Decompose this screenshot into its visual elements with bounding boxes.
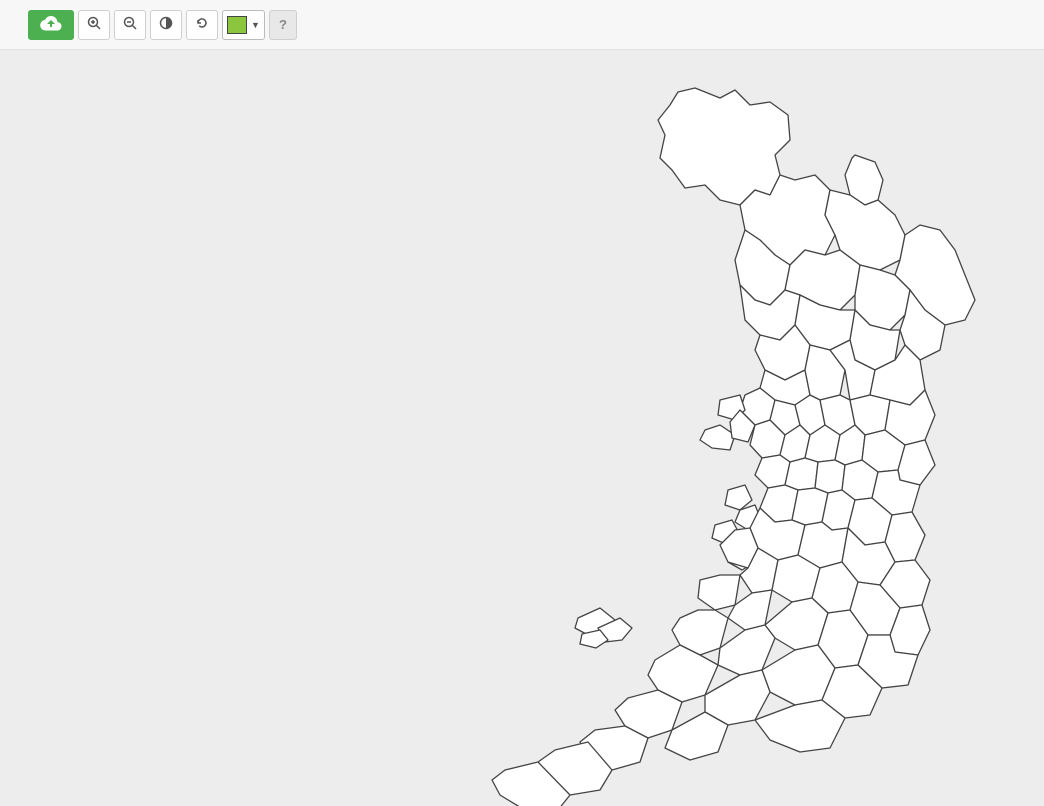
zoom-out-icon: [123, 16, 137, 33]
region[interactable]: [815, 460, 845, 493]
cloud-upload-icon: [40, 15, 62, 34]
region[interactable]: [705, 670, 770, 725]
region[interactable]: [755, 455, 790, 488]
region[interactable]: [785, 458, 818, 490]
color-picker-button[interactable]: ▼: [222, 10, 265, 40]
reset-button[interactable]: [186, 10, 218, 40]
undo-icon: [195, 16, 209, 33]
region[interactable]: [698, 575, 740, 610]
chevron-down-icon: ▼: [251, 20, 260, 30]
region[interactable]: [700, 425, 735, 450]
help-icon: ?: [279, 17, 287, 32]
map-canvas[interactable]: [0, 50, 1044, 806]
upload-button[interactable]: [28, 10, 74, 40]
contrast-icon: [159, 16, 173, 33]
contrast-button[interactable]: [150, 10, 182, 40]
zoom-in-button[interactable]: [78, 10, 110, 40]
zoom-in-icon: [87, 16, 101, 33]
zoom-out-button[interactable]: [114, 10, 146, 40]
region[interactable]: [755, 700, 845, 752]
region[interactable]: [725, 485, 752, 510]
toolbar: ▼ ?: [0, 0, 1044, 50]
help-button[interactable]: ?: [269, 10, 297, 40]
region[interactable]: [658, 88, 790, 205]
osaka-map[interactable]: [0, 50, 1044, 806]
color-swatch: [227, 16, 247, 34]
